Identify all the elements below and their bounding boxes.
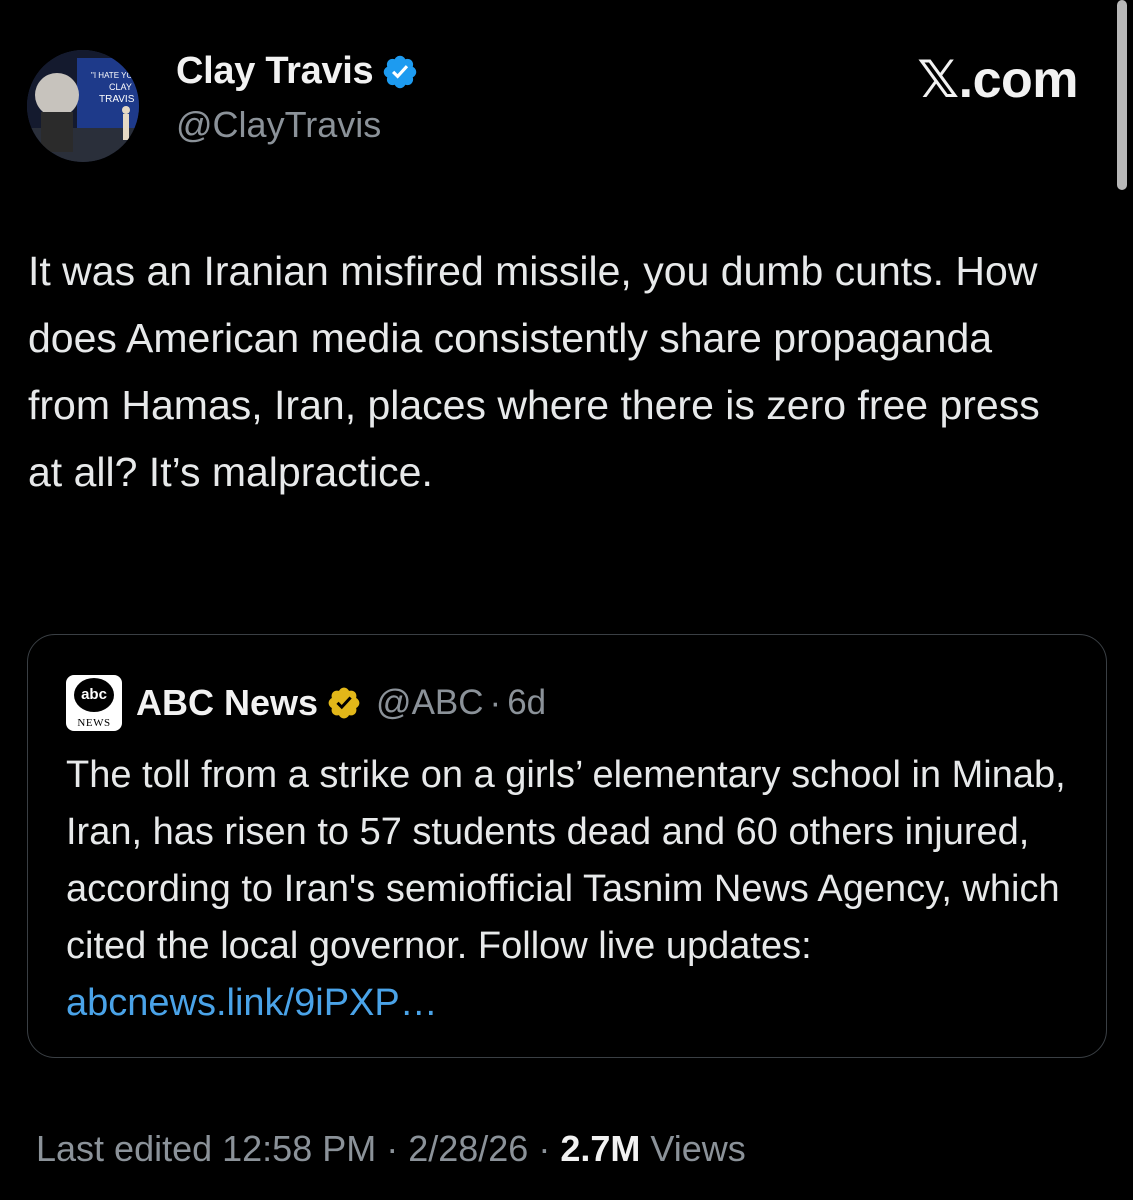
svg-text:TRAVIS: TRAVIS <box>99 94 135 105</box>
tweet-screenshot: "I HATE YO CLAY TRAVIS Clay Travis @Clay… <box>0 0 1133 1200</box>
quoted-tweet-body: The toll from a strike on a girls’ eleme… <box>66 754 1066 967</box>
quoted-author-name[interactable]: ABC News <box>136 682 318 724</box>
footer-separator: · <box>528 1128 561 1169</box>
meta-separator: · <box>489 683 502 722</box>
verified-blue-check-icon <box>384 55 417 88</box>
brand-watermark: 𝕏.com <box>917 51 1078 109</box>
avatar-image: "I HATE YO CLAY TRAVIS <box>27 50 139 162</box>
quoted-tweet-text: The toll from a strike on a girls’ eleme… <box>66 747 1076 1032</box>
abc-logo-subtext: NEWS <box>77 717 111 729</box>
tweet-footer: Last edited 12:58 PM · 2/28/26 · 2.7M Vi… <box>36 1128 746 1170</box>
scrollbar[interactable] <box>1113 0 1133 1200</box>
abc-news-logo[interactable]: abc NEWS <box>66 675 122 731</box>
scrollbar-thumb[interactable] <box>1117 0 1127 190</box>
last-edited-timestamp[interactable]: Last edited 12:58 PM · 2/28/26 <box>36 1128 528 1169</box>
views-count: 2.7M <box>560 1128 641 1169</box>
author-avatar[interactable]: "I HATE YO CLAY TRAVIS <box>27 50 139 162</box>
views-label: Views <box>640 1128 746 1169</box>
quoted-tweet-link[interactable]: abcnews.link/9iPXP… <box>66 982 438 1024</box>
author-name-text[interactable]: Clay Travis <box>176 50 374 93</box>
verified-gold-check-icon <box>328 687 360 719</box>
quoted-author-handle[interactable]: @ABC <box>376 683 484 723</box>
author-name[interactable]: Clay Travis <box>176 50 419 93</box>
svg-text:CLAY: CLAY <box>109 82 132 92</box>
quoted-tweet-header: abc NEWS ABC News @ABC · 6d <box>66 675 546 731</box>
quoted-tweet-card[interactable]: abc NEWS ABC News @ABC · 6d The toll fro… <box>27 634 1107 1058</box>
svg-text:"I HATE YO: "I HATE YO <box>91 71 133 80</box>
abc-logo-mark: abc <box>74 678 114 712</box>
quoted-tweet-age[interactable]: 6d <box>507 683 546 723</box>
author-handle[interactable]: @ClayTravis <box>176 104 381 146</box>
tweet-text: It was an Iranian misfired missile, you … <box>28 248 1040 495</box>
